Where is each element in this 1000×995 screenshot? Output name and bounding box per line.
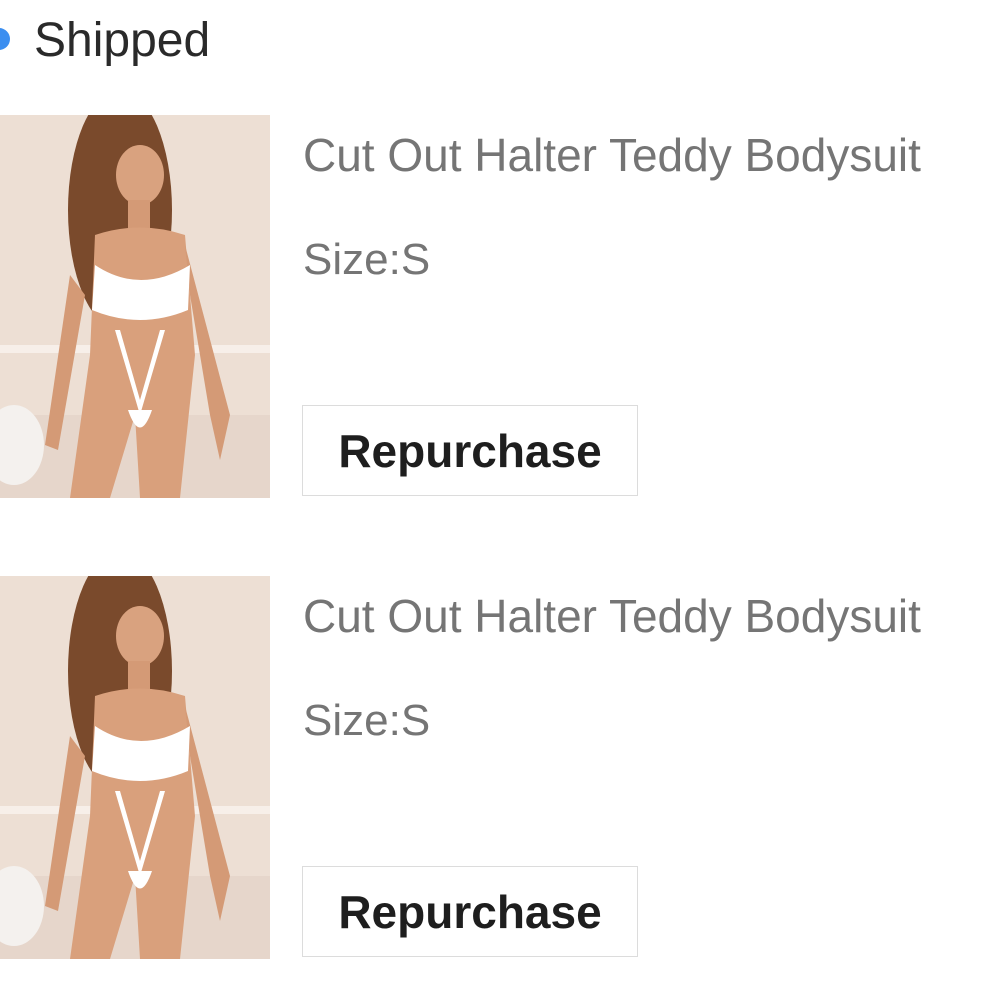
product-size: Size:S	[303, 235, 431, 284]
status-label: Shipped	[34, 14, 211, 67]
order-item: Cut Out Halter Teddy Bodysuit Size:S Rep…	[0, 576, 1000, 961]
order-item: Cut Out Halter Teddy Bodysuit Size:S Rep…	[0, 115, 1000, 500]
product-size: Size:S	[303, 696, 431, 745]
product-title[interactable]: Cut Out Halter Teddy Bodysuit	[303, 588, 921, 644]
status-dot-icon	[0, 28, 10, 50]
order-status: Shipped	[0, 0, 1000, 82]
product-title[interactable]: Cut Out Halter Teddy Bodysuit	[303, 127, 921, 183]
product-image[interactable]	[0, 115, 270, 498]
repurchase-button[interactable]: Repurchase	[302, 405, 638, 496]
repurchase-button[interactable]: Repurchase	[302, 866, 638, 957]
model-photo	[0, 115, 270, 498]
product-image[interactable]	[0, 576, 270, 959]
model-photo	[0, 576, 270, 959]
